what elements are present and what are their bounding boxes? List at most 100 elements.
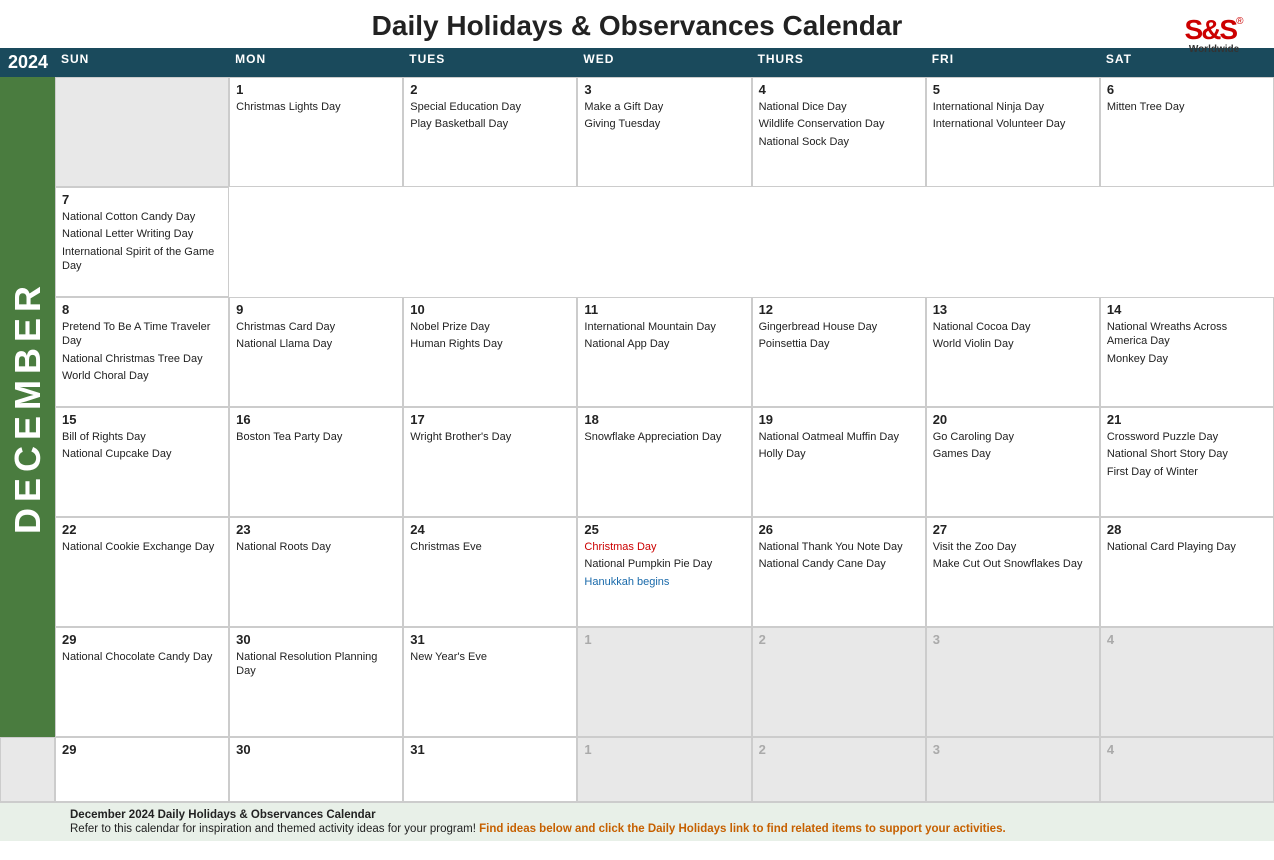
holiday-label: National Wreaths Across America Day bbox=[1107, 320, 1267, 349]
day-number: 1 bbox=[236, 82, 396, 97]
day-cell-2-4: 11 International Mountain Day National App… bbox=[577, 297, 751, 407]
day-number: 2 bbox=[759, 742, 919, 757]
day-cell-2-6: 13National Cocoa DayWorld Violin Day bbox=[926, 297, 1100, 407]
holiday-label: National Candy Cane Day bbox=[759, 557, 919, 571]
holiday-label: International Spirit of the Game Day bbox=[62, 245, 222, 274]
day-cell-1-8: 7National Cotton Candy DayNational Lette… bbox=[55, 187, 229, 297]
holiday-label: Mitten Tree Day bbox=[1107, 100, 1267, 114]
last-row-day-7: 4 bbox=[1100, 737, 1274, 802]
day-cell-2-7: 14 National Wreaths Across America Day Mon… bbox=[1100, 297, 1274, 407]
day-number: 7 bbox=[62, 192, 222, 207]
day-number: 27 bbox=[933, 522, 1093, 537]
day-number: 29 bbox=[62, 632, 222, 647]
holiday-label: First Day of Winter bbox=[1107, 465, 1267, 479]
day-number: 10 bbox=[410, 302, 570, 317]
holiday-label: National Short Story Day bbox=[1107, 447, 1267, 461]
holiday-label: Make Cut Out Snowflakes Day bbox=[933, 557, 1093, 571]
holiday-label: National Cocoa Day bbox=[933, 320, 1093, 334]
day-number: 14 bbox=[1107, 302, 1267, 317]
month-label: DECEMBER bbox=[7, 280, 49, 534]
day-number: 17 bbox=[410, 412, 570, 427]
day-cell-2-5: 12Gingerbread House DayPoinsettia Day bbox=[752, 297, 926, 407]
holiday-label: National App Day bbox=[584, 337, 744, 351]
holiday-label: Christmas Eve bbox=[410, 540, 570, 554]
col-header-wed: WED bbox=[577, 48, 751, 77]
day-number: 25 bbox=[584, 522, 744, 537]
day-number: 28 bbox=[1107, 522, 1267, 537]
day-number: 4 bbox=[1107, 632, 1267, 647]
day-number: 3 bbox=[933, 742, 1093, 757]
holiday-label: Poinsettia Day bbox=[759, 337, 919, 351]
day-cell-4-7: 28National Card Playing Day bbox=[1100, 517, 1274, 627]
page-title: Daily Holidays & Observances Calendar bbox=[372, 10, 903, 42]
day-cell-3-3: 17Wright Brother's Day bbox=[403, 407, 577, 517]
day-cell-1-5: 4National Dice DayWildlife Conservation … bbox=[752, 77, 926, 187]
day-number: 21 bbox=[1107, 412, 1267, 427]
day-cell-1-1 bbox=[55, 77, 229, 187]
col-header-thurs: THURS bbox=[752, 48, 926, 77]
logo-ss-text: S&S bbox=[1185, 16, 1237, 44]
day-number: 1 bbox=[584, 742, 744, 757]
holiday-label: Go Caroling Day bbox=[933, 430, 1093, 444]
holiday-label: Make a Gift Day bbox=[584, 100, 744, 114]
col-headers: SUN MON TUES WED THURS FRI SAT bbox=[55, 48, 1274, 77]
day-number: 16 bbox=[236, 412, 396, 427]
day-cell-3-1: 15Bill of Rights DayNational Cupcake Day bbox=[55, 407, 229, 517]
day-number: 11 bbox=[584, 302, 744, 317]
holiday-label: World Choral Day bbox=[62, 369, 222, 383]
day-cell-5-5: 2 bbox=[752, 627, 926, 737]
month-label-col: DECEMBER bbox=[0, 77, 55, 737]
holiday-label: National Cupcake Day bbox=[62, 447, 222, 461]
holiday-label: International Mountain Day bbox=[584, 320, 744, 334]
day-number: 31 bbox=[410, 632, 570, 647]
holiday-label: National Resolution Planning Day bbox=[236, 650, 396, 679]
holiday-label: Giving Tuesday bbox=[584, 117, 744, 131]
holiday-label: International Volunteer Day bbox=[933, 117, 1093, 131]
holiday-label: Human Rights Day bbox=[410, 337, 570, 351]
day-cell-5-7: 4 bbox=[1100, 627, 1274, 737]
day-cell-5-4: 1 bbox=[577, 627, 751, 737]
holiday-label: New Year's Eve bbox=[410, 650, 570, 664]
day-number: 29 bbox=[62, 742, 222, 757]
col-header-tues: TUES bbox=[403, 48, 577, 77]
day-number: 8 bbox=[62, 302, 222, 317]
holiday-label: Snowflake Appreciation Day bbox=[584, 430, 744, 444]
col-header-sun: SUN bbox=[55, 48, 229, 77]
holiday-label: Holly Day bbox=[759, 447, 919, 461]
week-row-5: 29National Chocolate Candy Day30National… bbox=[55, 627, 1274, 737]
holiday-label: Christmas Day bbox=[584, 540, 744, 554]
last-row-day-3: 31 bbox=[403, 737, 577, 802]
day-number: 18 bbox=[584, 412, 744, 427]
day-number: 13 bbox=[933, 302, 1093, 317]
holiday-label: Special Education Day bbox=[410, 100, 570, 114]
holiday-label: National Oatmeal Muffin Day bbox=[759, 430, 919, 444]
day-cell-1-4: 3Make a Gift DayGiving Tuesday bbox=[577, 77, 751, 187]
day-number: 22 bbox=[62, 522, 222, 537]
holiday-label: Boston Tea Party Day bbox=[236, 430, 396, 444]
col-header-mon: MON bbox=[229, 48, 403, 77]
holiday-label: Games Day bbox=[933, 447, 1093, 461]
day-cell-5-2: 30National Resolution Planning Day bbox=[229, 627, 403, 737]
day-cell-5-1: 29National Chocolate Candy Day bbox=[55, 627, 229, 737]
holiday-label: Visit the Zoo Day bbox=[933, 540, 1093, 554]
day-cell-4-2: 23National Roots Day bbox=[229, 517, 403, 627]
logo-worldwide: Worldwide bbox=[1189, 44, 1239, 55]
footer-line1: Refer to this calendar for inspiration a… bbox=[70, 823, 476, 835]
day-cell-2-3: 10 Nobel Prize Day Human Rights Day bbox=[403, 297, 577, 407]
holiday-label: National Dice Day bbox=[759, 100, 919, 114]
day-cell-3-6: 20Go Caroling DayGames Day bbox=[926, 407, 1100, 517]
holiday-label: National Sock Day bbox=[759, 135, 919, 149]
logo-reg: ® bbox=[1236, 16, 1243, 27]
day-number: 24 bbox=[410, 522, 570, 537]
holiday-label: Christmas Card Day bbox=[236, 320, 396, 334]
holiday-label: Crossword Puzzle Day bbox=[1107, 430, 1267, 444]
holiday-label: National Thank You Note Day bbox=[759, 540, 919, 554]
day-number: 6 bbox=[1107, 82, 1267, 97]
last-row-day-5: 2 bbox=[752, 737, 926, 802]
holiday-label: Monkey Day bbox=[1107, 352, 1267, 366]
day-number: 5 bbox=[933, 82, 1093, 97]
holiday-label: Nobel Prize Day bbox=[410, 320, 570, 334]
col-header-fri: FRI bbox=[926, 48, 1100, 77]
day-cell-3-5: 19National Oatmeal Muffin DayHolly Day bbox=[752, 407, 926, 517]
last-row-day-4: 1 bbox=[577, 737, 751, 802]
